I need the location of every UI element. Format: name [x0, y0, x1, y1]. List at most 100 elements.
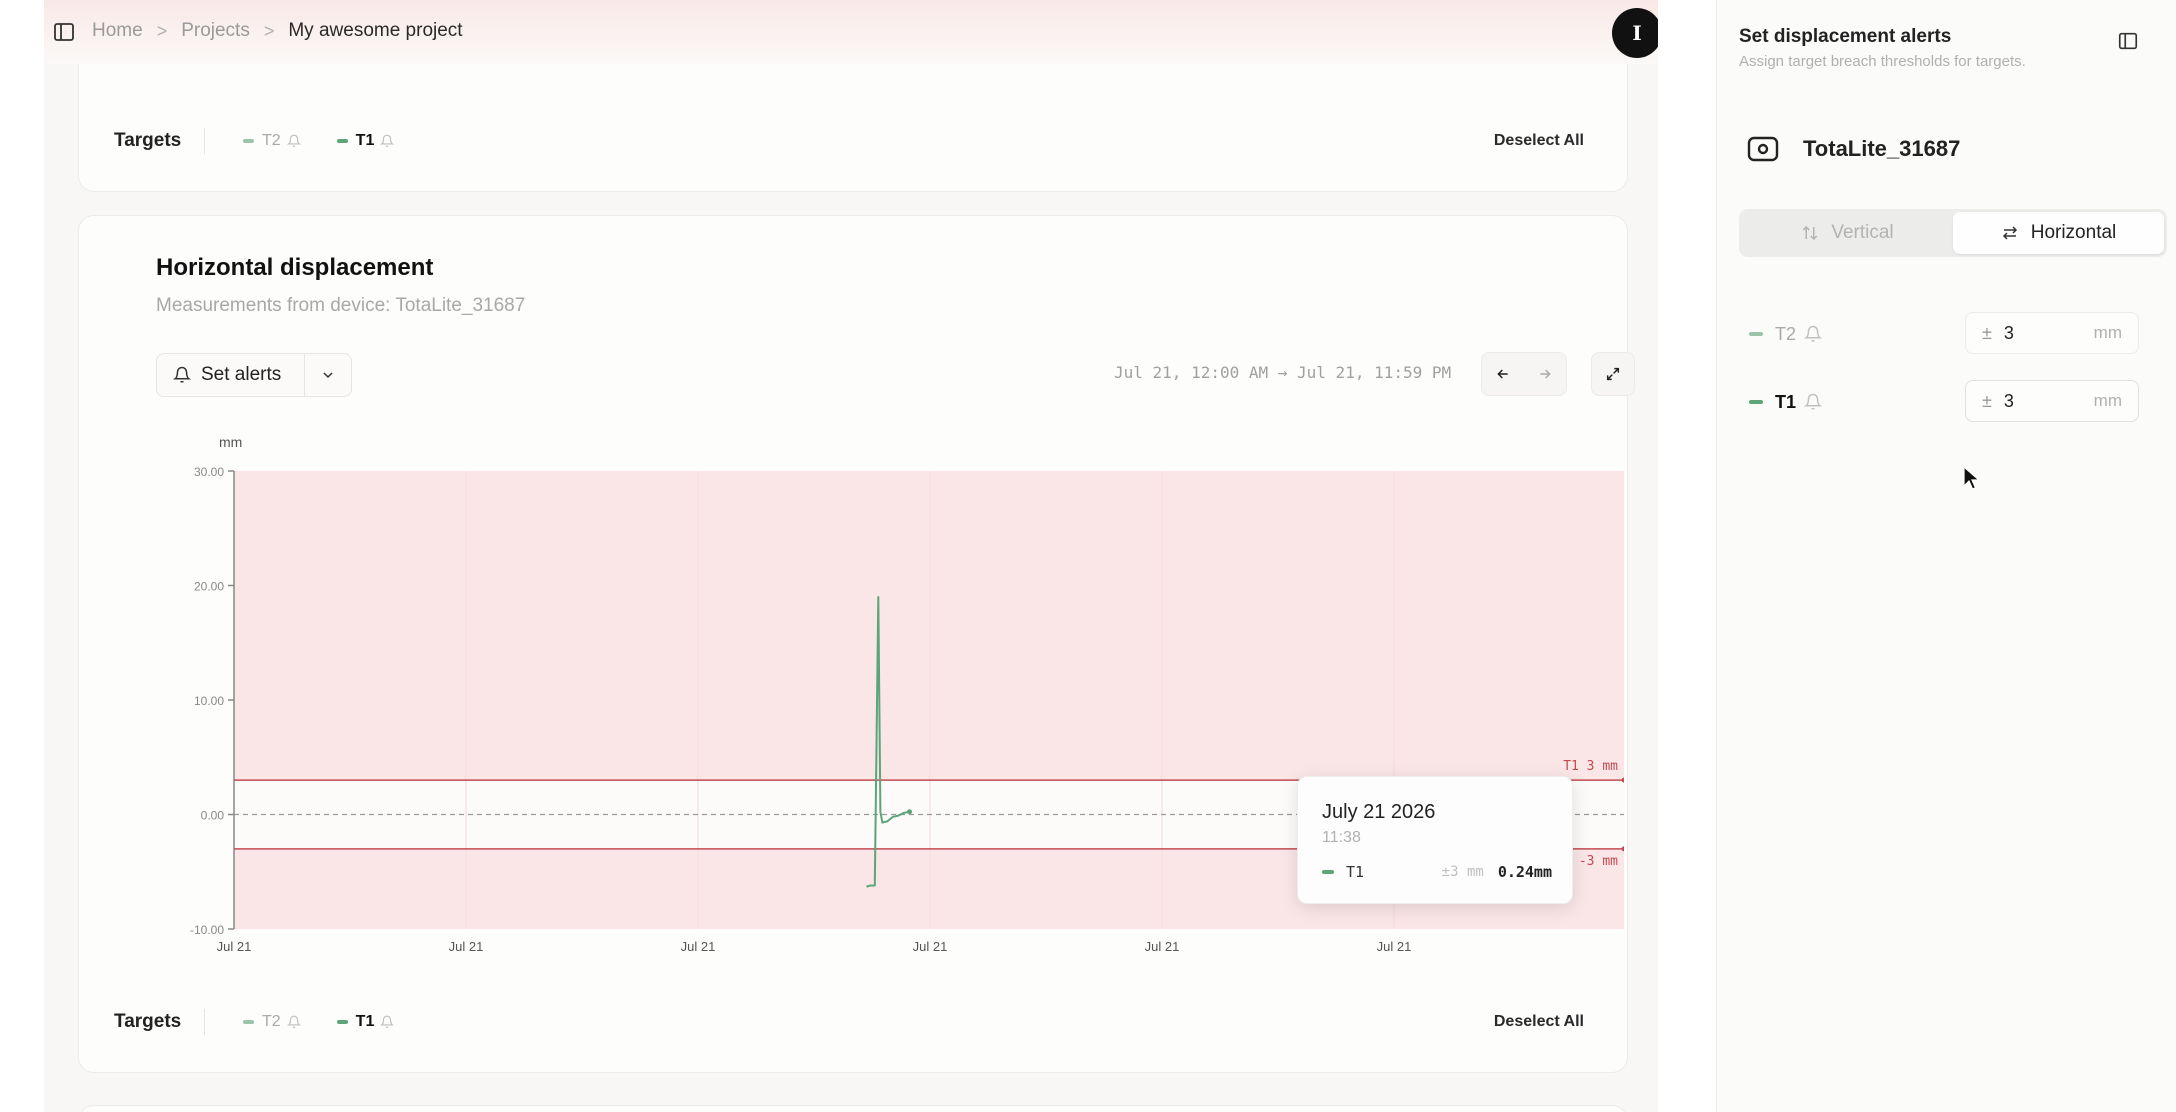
y-tick-label: 20.00 [194, 580, 224, 594]
swap-horizontal-icon [2002, 226, 2017, 240]
y-axis-label: mm [219, 434, 242, 450]
set-alerts-label: Set alerts [201, 364, 282, 385]
bell-icon [286, 134, 301, 147]
tooltip-target: T1 [1346, 863, 1365, 881]
x-tick-label: Jul 21 [217, 939, 252, 954]
range-nav [1481, 352, 1567, 396]
next-range-button[interactable] [1524, 353, 1566, 395]
deselect-all-button[interactable]: Deselect All [1494, 1013, 1584, 1031]
expand-chart-button[interactable] [1591, 352, 1635, 396]
targets-label: Targets [114, 130, 182, 151]
lower-threshold-label: -3 mm [1579, 854, 1618, 869]
breadcrumb-projects[interactable]: Projects [181, 20, 250, 42]
target-chip-t1[interactable]: T1 [336, 1013, 395, 1031]
threshold-input-t1[interactable] [2003, 390, 2074, 412]
tooltip-date: July 21 2026 [1322, 801, 1436, 823]
main-area: Targets T2 T1 Deselect All Horizontal di… [44, 0, 1658, 1112]
device-header: TotaLite_31687 [1747, 135, 1960, 163]
unit-label: mm [2093, 323, 2122, 342]
vertical-label: Vertical [1831, 222, 1894, 243]
y-tick-label: -10.00 [190, 923, 224, 937]
direction-toggle: Vertical Horizontal [1739, 209, 2167, 257]
unit-label: mm [2093, 391, 2122, 410]
panel-toggle-icon[interactable] [2117, 30, 2139, 52]
x-tick-label: Jul 21 [449, 939, 484, 954]
t1-color-dash [1749, 400, 1763, 404]
y-tick-label: 10.00 [194, 694, 224, 708]
bell-icon [380, 1015, 395, 1028]
tooltip-row: T1 ±3 mm 0.24mm [1322, 863, 1552, 881]
arrow-right-icon [1540, 369, 1551, 379]
bell-icon [173, 366, 191, 383]
horizontal-label: Horizontal [2030, 222, 2117, 243]
target-chip-t1[interactable]: T1 [336, 132, 395, 150]
chart-title: Horizontal displacement [156, 254, 434, 281]
avatar[interactable]: I [1612, 8, 1658, 58]
t1-color-dash [336, 1020, 348, 1024]
y-tick-label: 30.00 [194, 465, 224, 479]
threshold-input-t2[interactable] [2003, 322, 2074, 344]
target-chip-label: T1 [355, 1013, 375, 1030]
bell-icon [380, 134, 395, 147]
bell-icon[interactable] [1804, 393, 1823, 411]
t1-color-dash [1322, 870, 1334, 874]
x-tick-label: Jul 21 [913, 939, 948, 954]
chart-subtitle: Measurements from device: TotaLite_31687 [156, 295, 526, 316]
set-alerts-split-button: Set alerts [156, 353, 352, 397]
top-targets-row: Targets T2 T1 Deselect All [78, 121, 1628, 161]
horizontal-option[interactable]: Horizontal [1953, 212, 2164, 254]
tooltip-value: 0.24mm [1497, 863, 1552, 881]
threshold-input-box: ± mm [1965, 312, 2139, 354]
threshold-input-box: ± mm [1965, 380, 2139, 422]
next-chart-card [78, 1105, 1628, 1112]
vertical-option[interactable]: Vertical [1742, 212, 1953, 254]
panel-subtitle: Assign target breach thresholds for targ… [1739, 53, 2026, 70]
breadcrumb-home[interactable]: Home [92, 20, 143, 42]
bell-icon[interactable] [1804, 325, 1823, 343]
set-alerts-button[interactable]: Set alerts [157, 354, 304, 396]
chevron-right-icon: > [263, 20, 275, 41]
chevron-right-icon: > [156, 20, 168, 41]
set-alerts-dropdown-toggle[interactable] [303, 354, 351, 396]
target-chip-label: T2 [262, 132, 281, 149]
t2-color-dash [243, 1020, 254, 1024]
target-name: T1 [1775, 391, 1797, 412]
alerts-panel: Set displacement alerts Assign target br… [1716, 0, 2176, 1112]
y-tick-label: 0.00 [201, 809, 225, 823]
deselect-all-button[interactable]: Deselect All [1494, 132, 1584, 150]
target-name: T2 [1775, 323, 1797, 344]
previous-range-button[interactable] [1482, 353, 1524, 395]
device-name: TotaLite_31687 [1803, 136, 1961, 161]
sidebar-toggle-icon[interactable] [52, 20, 76, 44]
t2-color-dash [243, 139, 254, 143]
expand-icon [1606, 367, 1620, 381]
tooltip-time: 11:38 [1322, 829, 1361, 846]
bell-icon [286, 1015, 301, 1028]
breadcrumb-current: My awesome project [288, 20, 463, 41]
divider [204, 1009, 205, 1035]
date-range: Jul 21, 12:00 AM → Jul 21, 11:59 PM [1114, 363, 1452, 382]
t2-color-dash [1749, 332, 1763, 336]
target-chip-t2[interactable]: T2 [243, 1013, 301, 1031]
mouse-cursor-icon [1963, 466, 1981, 490]
series-point-t1 [907, 809, 913, 815]
target-chip-t2[interactable]: T2 [243, 132, 301, 150]
breadcrumb: Home > Projects > My awesome project [92, 20, 463, 42]
tooltip-threshold: ±3 mm [1441, 864, 1484, 880]
sort-vertical-icon [1803, 225, 1818, 241]
upper-threshold-label: T1 3 mm [1563, 759, 1618, 774]
t1-color-dash [336, 139, 348, 143]
x-tick-label: Jul 21 [1145, 939, 1180, 954]
target-chip-label: T2 [262, 1013, 281, 1030]
device-icon [1747, 136, 1779, 162]
chart-targets-row: Targets T2 T1 Deselect All [78, 1002, 1628, 1042]
threshold-row-t1: T1 ± mm [1749, 380, 2149, 424]
target-chip-label: T1 [355, 132, 375, 149]
chart-tooltip: July 21 2026 11:38 T1 ±3 mm 0.24mm [1297, 776, 1573, 904]
top-bar: Home > Projects > My awesome project I [44, 0, 1658, 64]
divider [204, 128, 205, 154]
threshold-row-t2: T2 ± mm [1749, 312, 2149, 356]
plus-minus-prefix: ± [1982, 390, 1992, 411]
targets-label: Targets [114, 1011, 182, 1032]
panel-title: Set displacement alerts [1739, 26, 1952, 47]
